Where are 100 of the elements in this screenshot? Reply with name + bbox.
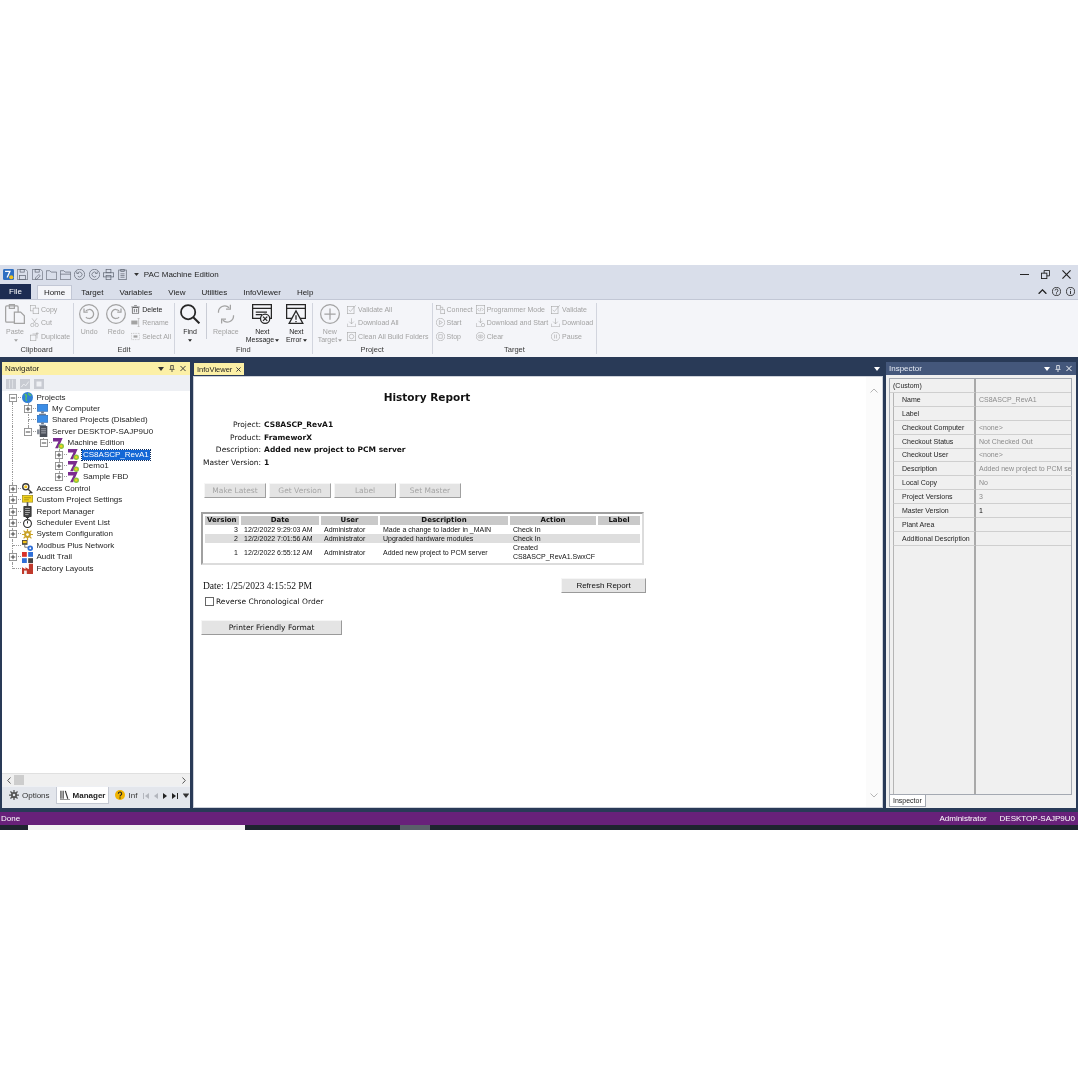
panel-tab[interactable]: Inf [111, 787, 142, 804]
clipboard-icon[interactable] [117, 269, 129, 280]
plus-box-icon[interactable] [8, 484, 17, 493]
check-box-icon [551, 304, 561, 314]
tree-item[interactable]: My Computer [51, 404, 101, 415]
tree-item[interactable]: Access Control [35, 483, 92, 494]
tree-item[interactable]: Machine Edition [66, 438, 126, 449]
tree-item[interactable]: Report Manager [35, 506, 96, 517]
save-as-icon[interactable] [31, 269, 43, 280]
ribbon-tab[interactable]: Target [74, 285, 111, 299]
scissors-icon [30, 318, 39, 327]
restore-icon[interactable] [1041, 270, 1050, 279]
dropdown-icon[interactable] [1044, 366, 1050, 371]
save-icon[interactable] [17, 269, 29, 280]
logo-icon [68, 460, 79, 472]
minus-box-icon[interactable] [8, 393, 17, 402]
tree-item[interactable]: Modbus Plus Network [35, 540, 116, 551]
printer-icon[interactable] [103, 269, 115, 280]
factory-icon [21, 563, 33, 575]
logo-icon [68, 471, 79, 483]
checkbox[interactable] [205, 597, 214, 607]
customize-dropdown-icon[interactable] [133, 273, 139, 276]
tree-item[interactable]: Sample FBD [82, 472, 130, 483]
close-icon[interactable] [180, 365, 186, 372]
stopwatch-icon [21, 517, 33, 529]
scroll-right-icon[interactable] [182, 776, 186, 784]
tree-item[interactable]: Custom Project Settings [35, 495, 124, 506]
download-icon [551, 318, 561, 327]
help-icon [115, 790, 126, 800]
status-message: Done [1, 814, 21, 823]
monitor-icon [37, 414, 48, 426]
plus-box-icon[interactable] [8, 496, 17, 505]
tree-item[interactable]: CS8ASCP_RevA1 [82, 449, 150, 460]
search-icon [180, 304, 200, 324]
trash-icon [131, 304, 141, 314]
tree-item[interactable]: Scheduler Event List [35, 518, 111, 528]
dropdown-icon[interactable] [158, 366, 164, 371]
help-icon[interactable] [1052, 287, 1061, 296]
tree-item[interactable]: Demo1 [82, 461, 110, 472]
tree-item[interactable]: Shared Projects (Disabled) [51, 415, 149, 426]
last-page-icon[interactable] [172, 792, 179, 799]
pin-icon[interactable] [169, 365, 175, 372]
close-icon[interactable] [1062, 270, 1071, 279]
minus-box-icon[interactable] [39, 439, 48, 448]
plus-box-icon[interactable] [55, 450, 63, 459]
plus-box-icon[interactable] [8, 553, 17, 562]
tree-item[interactable]: Audit Trail [35, 552, 74, 563]
plus-box-icon[interactable] [24, 405, 32, 414]
code-icon [475, 304, 485, 314]
ribbon-tab[interactable]: Utilities [194, 285, 235, 299]
signboard-icon [21, 494, 33, 506]
panel-tab[interactable]: Options [5, 787, 54, 804]
collapse-ribbon-icon[interactable] [1038, 288, 1047, 295]
horizontal-scrollbar[interactable] [2, 773, 190, 786]
undo-icon[interactable] [74, 269, 86, 280]
dropdown-icon[interactable] [874, 367, 880, 371]
tree-item[interactable]: Factory Layouts [35, 563, 95, 574]
square-plus-icon [30, 331, 39, 341]
gear-icon [9, 790, 19, 800]
plus-box-icon[interactable] [8, 519, 17, 527]
ribbon-tab[interactable]: Help [289, 285, 321, 299]
undo-icon [79, 304, 100, 324]
ribbon-tab[interactable]: Home [36, 285, 73, 299]
pause-icon [551, 331, 561, 341]
monitor-icon [37, 403, 48, 415]
plus-box-icon[interactable] [8, 530, 17, 539]
ribbon-tab[interactable]: View [161, 285, 193, 299]
file-menu-tab[interactable]: File [0, 284, 31, 299]
play-icon [435, 318, 445, 327]
scrollbar-thumb[interactable] [14, 775, 24, 785]
report-title: History Report [382, 391, 472, 403]
plus-box-icon[interactable] [8, 507, 17, 516]
tree-item[interactable]: System Configuration [35, 529, 114, 540]
refresh-button[interactable]: Refresh Report [561, 578, 646, 594]
taskbar-search-field[interactable] [28, 825, 245, 830]
plus-box-icon[interactable] [55, 462, 63, 471]
tree-item[interactable]: Projects [35, 392, 67, 403]
pin-icon[interactable] [1055, 365, 1061, 372]
minus-box-icon[interactable] [24, 427, 32, 436]
close-icon[interactable] [236, 366, 242, 372]
next-icon[interactable] [163, 792, 168, 799]
download-icon [347, 318, 357, 327]
status-user: Administrator [939, 814, 987, 823]
books-icon [59, 790, 70, 800]
plus-box-icon[interactable] [55, 473, 63, 482]
ribbon-tab[interactable]: InfoViewer [236, 285, 288, 299]
folder-icon[interactable] [60, 269, 72, 280]
app-logo-icon[interactable] [3, 269, 14, 280]
tree-item[interactable]: Server DESKTOP-SAJP9U0 [51, 426, 155, 437]
redo-icon[interactable] [88, 269, 100, 280]
info-icon[interactable] [1066, 287, 1075, 296]
circle-in-square-icon [347, 331, 357, 341]
tab-menu-icon[interactable] [183, 792, 190, 799]
paste-icon [5, 304, 25, 324]
panel-tab[interactable]: Manager [55, 787, 110, 804]
select-all-icon [131, 331, 141, 341]
scroll-left-icon[interactable] [7, 776, 11, 784]
text-cursor-icon [131, 318, 141, 327]
ribbon-tab[interactable]: Variables [112, 285, 160, 299]
minimize-icon[interactable] [1020, 273, 1029, 276]
